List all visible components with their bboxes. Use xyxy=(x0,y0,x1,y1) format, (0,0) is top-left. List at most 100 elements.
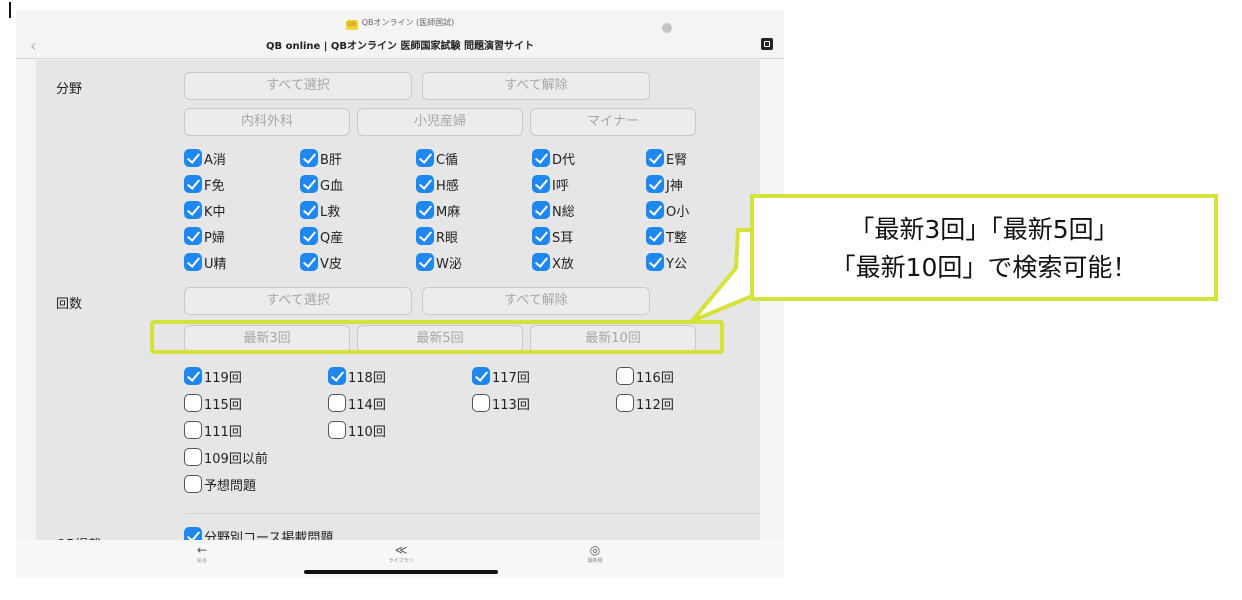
checkbox-box[interactable] xyxy=(616,394,634,412)
checkbox-box[interactable] xyxy=(532,227,550,245)
checkbox-kaisu-6[interactable]: 113回 xyxy=(472,393,530,413)
checkbox-bunya-19[interactable]: T整 xyxy=(646,226,687,246)
checkbox-box[interactable] xyxy=(184,175,202,193)
checkbox-bunya-8[interactable]: I呼 xyxy=(532,174,569,194)
checkbox-bunya-12[interactable]: M麻 xyxy=(416,200,460,220)
checkbox-box[interactable] xyxy=(328,367,346,385)
checkbox-kaisu-5[interactable]: 114回 xyxy=(328,393,386,413)
checkbox-box[interactable] xyxy=(646,227,664,245)
checkbox-box[interactable] xyxy=(328,421,346,439)
checkbox-bunya-13[interactable]: N総 xyxy=(532,200,575,220)
checkbox-box[interactable] xyxy=(416,227,434,245)
group-button-minor[interactable]: マイナー xyxy=(530,108,696,136)
checkbox-label: K中 xyxy=(204,204,226,220)
checkbox-kaisu-10[interactable]: 109回以前 xyxy=(184,447,268,467)
checkbox-box[interactable] xyxy=(646,149,664,167)
checkbox-bunya-14[interactable]: O小 xyxy=(646,200,689,220)
checkbox-kaisu-9[interactable]: 110回 xyxy=(328,420,386,440)
status-title-text: QBオンライン (医師国試) xyxy=(361,18,455,27)
checkbox-bunya-10[interactable]: K中 xyxy=(184,200,226,220)
checkbox-bunya-6[interactable]: G血 xyxy=(300,174,343,194)
checkbox-bunya-18[interactable]: S耳 xyxy=(532,226,573,246)
checkbox-bunya-9[interactable]: J神 xyxy=(646,174,683,194)
tablet-screen: QB QBオンライン (医師国試) ‹ QB online | QBオンライン 医… xyxy=(16,10,784,578)
checkbox-box[interactable] xyxy=(646,175,664,193)
checkbox-bunya-17[interactable]: R眼 xyxy=(416,226,458,246)
checkbox-bunya-7[interactable]: H感 xyxy=(416,174,459,194)
checkbox-kaisu-11[interactable]: 予想問題 xyxy=(184,474,256,494)
checkbox-box[interactable] xyxy=(184,201,202,219)
checkbox-box[interactable] xyxy=(472,394,490,412)
checkbox-box[interactable] xyxy=(300,227,318,245)
checkbox-box[interactable] xyxy=(300,175,318,193)
checkbox-bunya-0[interactable]: A消 xyxy=(184,148,226,168)
checkbox-box[interactable] xyxy=(184,448,202,466)
checkbox-box[interactable] xyxy=(416,149,434,167)
home-indicator[interactable] xyxy=(304,570,498,574)
annotation-callout: 「最新3回」「最新5回」 「最新10回」で検索可能！ xyxy=(750,194,1218,301)
kaisu-deselect-all-button[interactable]: すべて解除 xyxy=(422,287,650,315)
checkbox-bunya-16[interactable]: Q産 xyxy=(300,226,343,246)
checkbox-bunya-24[interactable]: Y公 xyxy=(646,252,687,272)
checkbox-box[interactable] xyxy=(300,149,318,167)
checkbox-kaisu-8[interactable]: 111回 xyxy=(184,420,242,440)
checkbox-box[interactable] xyxy=(416,253,434,271)
checkbox-box[interactable] xyxy=(184,227,202,245)
checkbox-box[interactable] xyxy=(184,421,202,439)
checkbox-box[interactable] xyxy=(184,253,202,271)
kaisu-select-all-button[interactable]: すべて選択 xyxy=(184,287,412,315)
checkbox-box[interactable] xyxy=(616,367,634,385)
checkbox-bunya-5[interactable]: F免 xyxy=(184,174,224,194)
checkbox-box[interactable] xyxy=(300,253,318,271)
checkbox-box[interactable] xyxy=(184,475,202,493)
checkbox-label: A消 xyxy=(204,152,226,168)
checkbox-bunya-2[interactable]: C循 xyxy=(416,148,458,168)
toolbar-back-label: 戻る xyxy=(196,558,207,564)
checkbox-bunya-21[interactable]: V皮 xyxy=(300,252,342,272)
checkbox-kaisu-3[interactable]: 116回 xyxy=(616,366,674,386)
library-icon: ≪ xyxy=(394,543,408,557)
checkbox-label: O小 xyxy=(666,204,690,220)
bunya-deselect-all-button[interactable]: すべて解除 xyxy=(422,72,650,100)
toolbar-recent[interactable]: ◎ 最新順 xyxy=(582,544,608,564)
checkbox-box[interactable] xyxy=(532,253,550,271)
status-bar: QB QBオンライン (医師国試) xyxy=(16,10,784,33)
checkbox-bunya-22[interactable]: W泌 xyxy=(416,252,462,272)
checkbox-label: D代 xyxy=(552,152,576,168)
toolbar-back[interactable]: ← 戻る xyxy=(192,544,212,564)
checkbox-box[interactable] xyxy=(472,367,490,385)
checkbox-bunya-23[interactable]: X放 xyxy=(532,252,574,272)
checkbox-box[interactable] xyxy=(532,149,550,167)
checkbox-box[interactable] xyxy=(184,367,202,385)
bunya-select-all-button[interactable]: すべて選択 xyxy=(184,72,412,100)
checkbox-box[interactable] xyxy=(646,253,664,271)
checkbox-kaisu-2[interactable]: 117回 xyxy=(472,366,530,386)
checkbox-box[interactable] xyxy=(328,394,346,412)
checkbox-kaisu-7[interactable]: 112回 xyxy=(616,393,674,413)
checkbox-box[interactable] xyxy=(532,175,550,193)
checkbox-box[interactable] xyxy=(184,149,202,167)
checkbox-bunya-20[interactable]: U精 xyxy=(184,252,227,272)
section-divider xyxy=(186,513,760,514)
toolbar-library[interactable]: ≪ ライブラリ xyxy=(386,544,416,564)
checkbox-kaisu-1[interactable]: 118回 xyxy=(328,366,386,386)
checkbox-box[interactable] xyxy=(300,201,318,219)
checkbox-label: S耳 xyxy=(552,230,574,246)
checkbox-box[interactable] xyxy=(646,201,664,219)
checkbox-box[interactable] xyxy=(532,201,550,219)
group-button-naika-geka[interactable]: 内科外科 xyxy=(184,108,350,136)
checkbox-kaisu-0[interactable]: 119回 xyxy=(184,366,242,386)
checkbox-bunya-15[interactable]: P婦 xyxy=(184,226,225,246)
checkbox-kaisu-4[interactable]: 115回 xyxy=(184,393,242,413)
checkbox-label: 110回 xyxy=(348,424,386,440)
checkbox-box[interactable] xyxy=(416,201,434,219)
checkbox-bunya-1[interactable]: B肝 xyxy=(300,148,342,168)
tabs-icon[interactable] xyxy=(761,38,773,50)
checkbox-bunya-4[interactable]: E腎 xyxy=(646,148,687,168)
checkbox-bunya-3[interactable]: D代 xyxy=(532,148,575,168)
group-button-shoni-sanfu[interactable]: 小児産婦 xyxy=(357,108,523,136)
checkbox-label: 118回 xyxy=(348,370,386,386)
checkbox-box[interactable] xyxy=(184,394,202,412)
checkbox-box[interactable] xyxy=(416,175,434,193)
checkbox-bunya-11[interactable]: L救 xyxy=(300,200,340,220)
